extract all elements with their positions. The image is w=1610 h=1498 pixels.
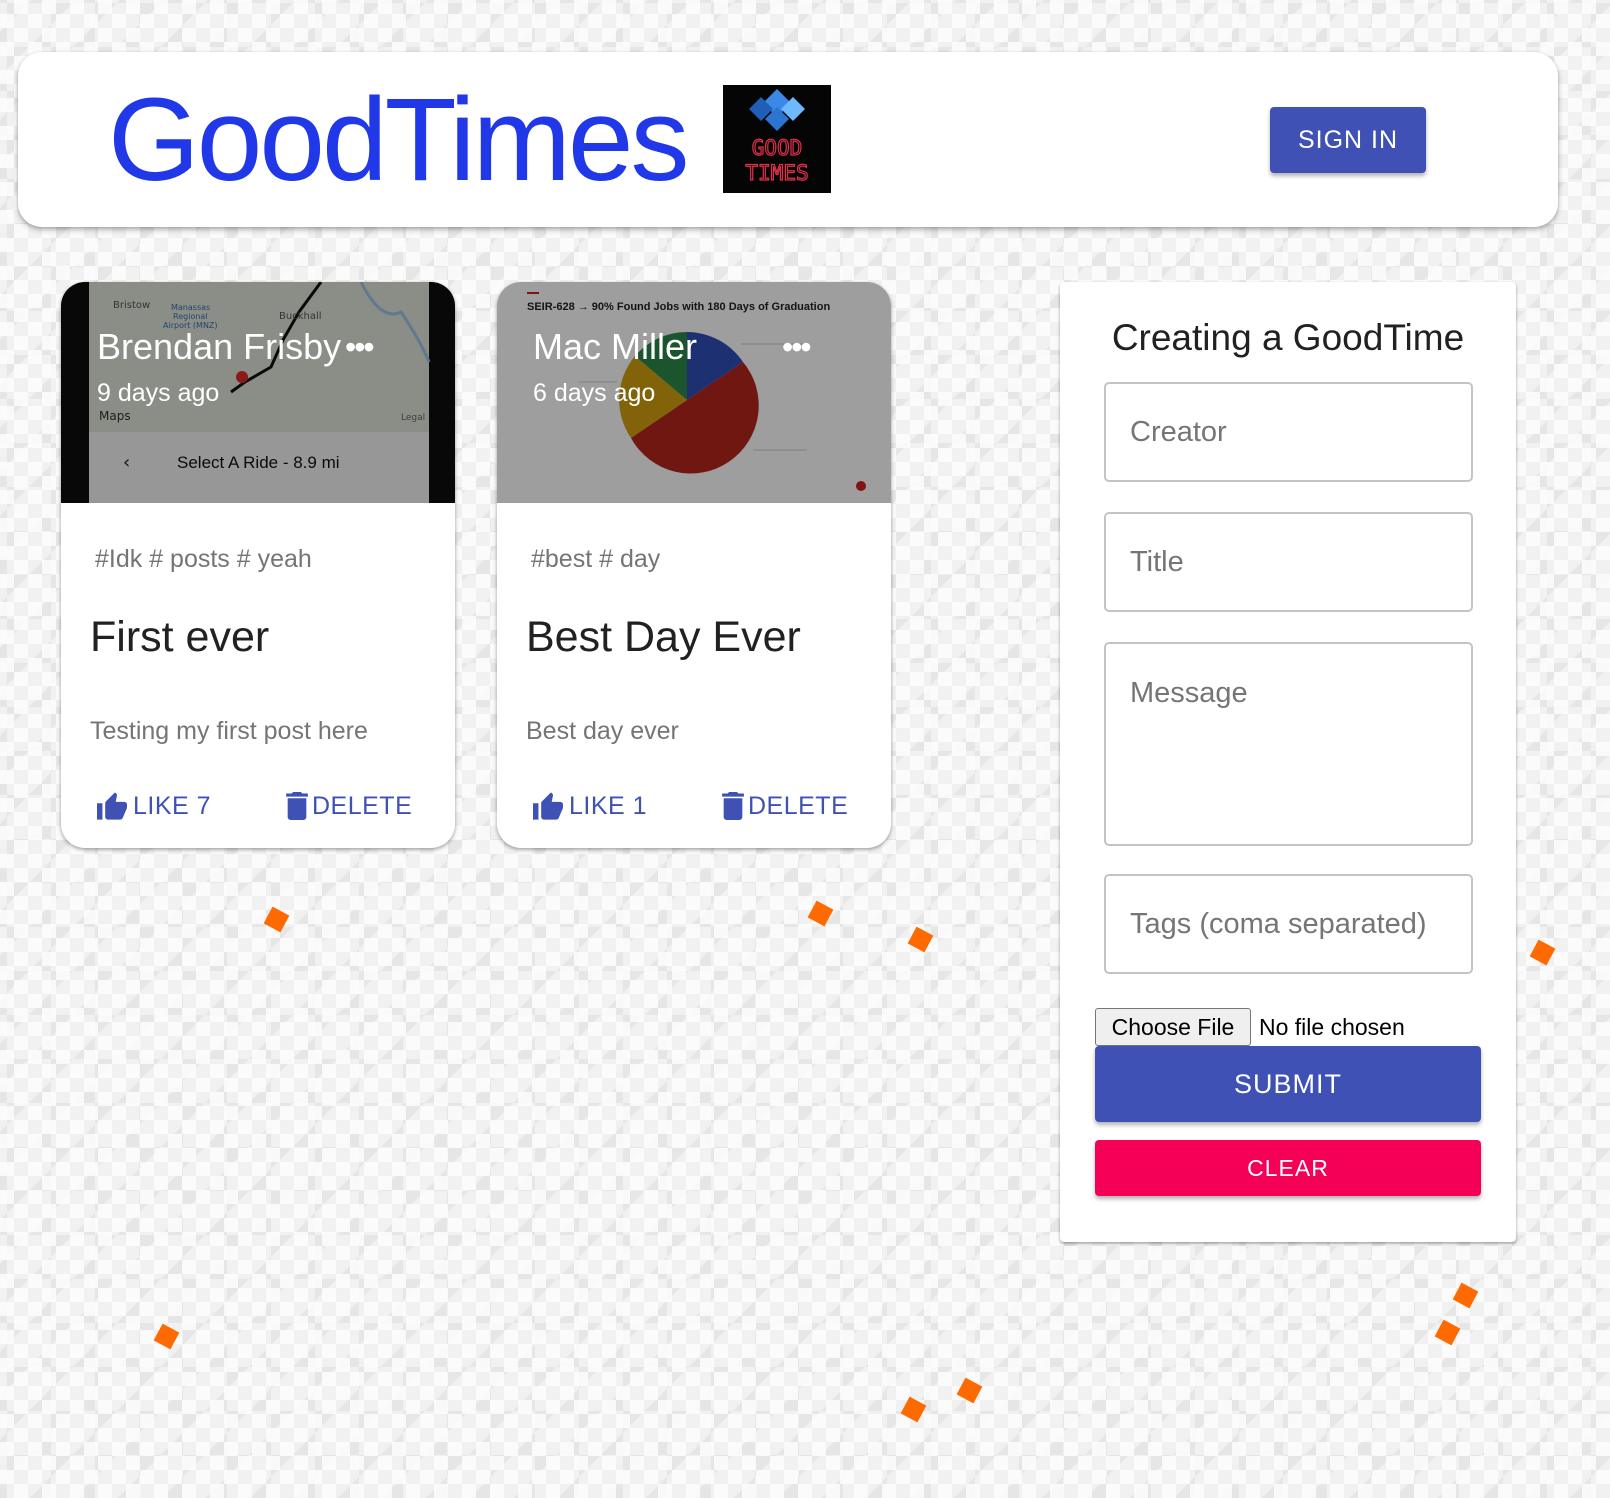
delete-button[interactable]: DELETE [722, 786, 848, 826]
post-message: Best day ever [526, 717, 679, 745]
creator-input[interactable] [1104, 382, 1473, 482]
post-time: 9 days ago [97, 379, 220, 407]
delete-label: DELETE [748, 791, 849, 820]
more-options-button[interactable]: ••• [782, 331, 812, 363]
clear-button[interactable]: CLEAR [1095, 1140, 1481, 1196]
file-status: No file chosen [1259, 1014, 1405, 1040]
post-tags: #best # day [531, 545, 661, 573]
submit-button[interactable]: SUBMIT [1095, 1046, 1481, 1122]
post-image: SEIR-628 → 90% Found Jobs with 180 Days … [497, 282, 891, 503]
post-title: First ever [90, 613, 270, 661]
app-bar: GoodTimes GOOD TIMES SIGN IN [18, 52, 1558, 227]
post-title: Best Day Ever [526, 613, 801, 661]
logo-text-bottom: TIMES [745, 161, 808, 185]
post-card: Bristow Manassas Regional Airport (MNZ) … [61, 282, 455, 848]
delete-label: DELETE [312, 791, 413, 820]
like-button[interactable]: LIKE 1 [531, 786, 647, 826]
post-creator: Mac Miller [533, 326, 698, 367]
thumb-up-icon [533, 792, 563, 820]
like-label: LIKE 1 [569, 791, 648, 820]
message-input[interactable] [1104, 642, 1473, 846]
title-input[interactable] [1104, 512, 1473, 612]
background-square [907, 926, 934, 953]
tags-input[interactable] [1104, 874, 1473, 974]
like-button[interactable]: LIKE 7 [95, 786, 211, 826]
background-square [1434, 1319, 1461, 1346]
background-square [263, 906, 290, 933]
like-label: LIKE 7 [133, 791, 212, 820]
post-card: SEIR-628 → 90% Found Jobs with 180 Days … [497, 282, 891, 848]
form-title: Creating a GoodTime [1111, 317, 1465, 358]
post-time: 6 days ago [533, 379, 656, 407]
trash-icon [286, 792, 308, 820]
trash-icon [722, 792, 744, 820]
choose-file-button[interactable]: Choose File [1095, 1008, 1251, 1046]
background-square [1529, 939, 1556, 966]
logo-text-top: GOOD [752, 136, 803, 160]
goodtimes-logo: GOOD TIMES [723, 85, 831, 193]
thumb-up-icon [97, 792, 127, 820]
background-square [153, 1323, 180, 1350]
sign-in-button[interactable]: SIGN IN [1270, 107, 1426, 173]
background-square [900, 1396, 927, 1423]
background-square [1452, 1282, 1479, 1309]
post-tags: #Idk # posts # yeah [95, 545, 312, 573]
post-image: Bristow Manassas Regional Airport (MNZ) … [61, 282, 455, 503]
delete-button[interactable]: DELETE [286, 786, 412, 826]
background-square [956, 1377, 983, 1404]
background-square [807, 900, 834, 927]
more-options-button[interactable]: ••• [345, 331, 375, 363]
create-post-form: Creating a GoodTime Choose File No file … [1060, 282, 1516, 1242]
brand-title[interactable]: GoodTimes [108, 80, 689, 200]
post-message: Testing my first post here [90, 717, 368, 745]
post-creator: Brendan Frisby [97, 326, 342, 367]
